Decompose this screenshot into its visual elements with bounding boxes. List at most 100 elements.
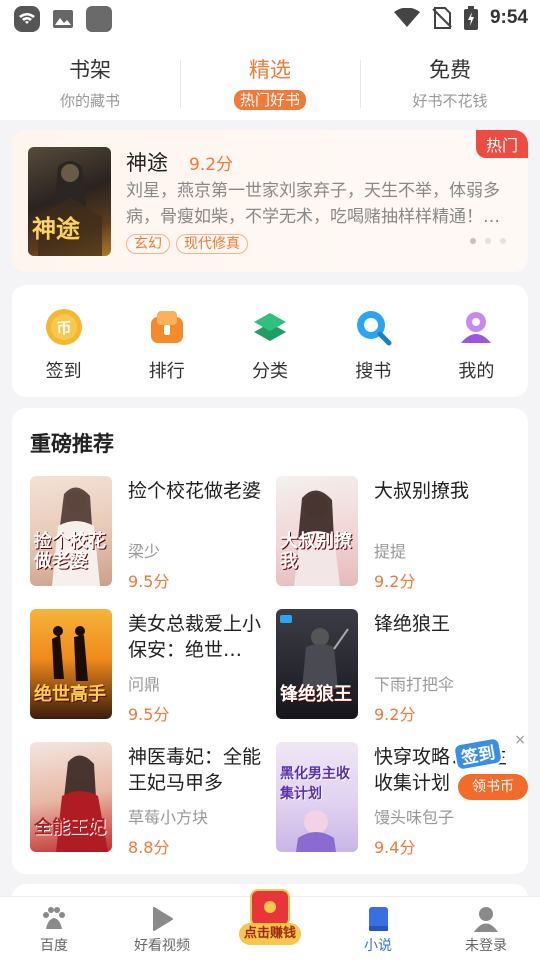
tab-featured[interactable]: 精选 热门好书: [180, 36, 360, 120]
book-author: 提提: [374, 542, 407, 561]
book-item[interactable]: 锋绝狼王 锋绝狼王 下雨打把伞 9.2分: [276, 609, 511, 724]
nav-label: 未登录: [465, 938, 507, 954]
envelope-shape: [250, 889, 290, 927]
quick-item-checkin[interactable]: 币 签到: [12, 307, 115, 397]
image-icon: [50, 6, 76, 32]
svg-text:币: 币: [56, 319, 71, 337]
book-cover[interactable]: 黑化男主收集计划: [276, 742, 358, 852]
quick-label: 分类: [252, 361, 288, 382]
nav-label: 百度: [40, 938, 68, 954]
cover-title: 大叔别撩我: [280, 531, 352, 572]
nav-item-novel[interactable]: 小说: [324, 897, 432, 960]
quick-item-search[interactable]: 搜书: [322, 307, 425, 397]
book-description: 刘星，燕京第一世家刘家弃子，天生不举，体弱多病，骨瘦如柴，不学无术，吃喝赌抽样样…: [126, 181, 500, 227]
book-cover[interactable]: 锋绝狼王: [276, 609, 358, 719]
carousel-indicator: [470, 238, 506, 244]
hot-badge: 热门: [475, 130, 528, 158]
genre-tag[interactable]: 玄幻: [126, 234, 170, 254]
tab-title: 免费: [429, 58, 471, 82]
nav-label: 好看视频: [134, 938, 190, 954]
tab-title: 精选: [249, 58, 291, 82]
baidu-paw-icon: [40, 905, 68, 933]
book-title: 锋绝狼王: [374, 613, 451, 635]
tab-subtitle: 好书不花钱: [412, 92, 488, 110]
book-title: 神医毒妃：全能王妃马甲多: [128, 746, 262, 794]
video-play-icon: [148, 905, 176, 933]
status-left-icons: [14, 6, 112, 32]
book-author: 馒头味包子: [374, 808, 455, 827]
book-cover[interactable]: 大叔别撩我: [276, 476, 358, 586]
cover-title: 全能王妃: [34, 817, 106, 838]
book-score: 9.2分: [374, 572, 416, 591]
book-author: 下雨打把伞: [374, 675, 455, 694]
nav-item-earn[interactable]: 点击赚钱: [216, 889, 324, 960]
tab-bookshelf[interactable]: 书架 你的藏书: [0, 36, 180, 120]
quick-item-rank[interactable]: 排行: [115, 307, 218, 397]
layers-icon: [250, 307, 290, 347]
wifi-app-icon: [14, 6, 40, 32]
book-title: 捡个校花做老婆: [128, 480, 262, 502]
book-title: 美女总裁爱上小保安：绝世…: [128, 613, 262, 661]
quick-label: 签到: [45, 361, 82, 382]
cover-title: 锋绝狼王: [280, 684, 352, 705]
book-item[interactable]: 捡个校花做老婆 捡个校花做老婆 梁少 9.5分: [30, 476, 265, 591]
status-right: 9:54: [393, 6, 528, 30]
clock: 9:54: [489, 7, 528, 28]
cover-title: 捡个校花做老婆: [34, 531, 106, 572]
battery-charging-icon: [463, 6, 478, 30]
quick-item-mine[interactable]: 我的: [425, 307, 528, 397]
close-icon[interactable]: ×: [514, 732, 526, 748]
quick-label: 排行: [148, 361, 185, 382]
book-score: 9.2分: [374, 705, 416, 724]
genre-tag[interactable]: 现代修真: [176, 234, 248, 254]
book-score: 9.5分: [128, 705, 170, 724]
carousel-dot: [485, 238, 491, 244]
book-title: 神途: [126, 151, 168, 175]
no-sim-icon: [432, 7, 452, 29]
cover-title: 绝世高手: [34, 684, 106, 705]
book-score: 9.2分: [189, 155, 234, 175]
user-avatar-icon: [472, 905, 500, 933]
tab-title: 书架: [69, 58, 111, 82]
quick-label: 搜书: [355, 361, 392, 382]
cover-title: 神途: [32, 215, 80, 243]
recommend-section: 重磅推荐 捡个校花做老婆 捡个校花做老婆 梁少 9.5分 大叔别撩我 大叔别撩我…: [12, 408, 528, 874]
carousel-dot: [470, 238, 476, 244]
coin-icon: 币: [44, 307, 84, 347]
top-tabs: 书架 你的藏书 精选 热门好书 免费 好书不花钱: [0, 36, 540, 120]
nav-item-baidu[interactable]: 百度: [0, 897, 108, 960]
book-item[interactable]: 绝世高手 美女总裁爱上小保安：绝世… 问鼎 9.5分: [30, 609, 265, 724]
tab-free[interactable]: 免费 好书不花钱: [360, 36, 540, 120]
carousel-dot: [500, 238, 506, 244]
book-score: 9.5分: [128, 572, 170, 591]
book-item[interactable]: 大叔别撩我 大叔别撩我 提提 9.2分: [276, 476, 511, 591]
tab-subtitle: 你的藏书: [59, 92, 120, 110]
get-coins-button[interactable]: 领书币: [458, 774, 528, 800]
cover-title: 黑化男主收集计划: [280, 766, 350, 802]
bottom-nav: 百度 好看视频 点击赚钱 小说 未登录: [0, 889, 540, 960]
earn-label: 点击赚钱: [239, 923, 301, 945]
tab-subtitle: 热门好书: [233, 90, 306, 110]
user-icon: [456, 307, 496, 347]
floating-checkin-badge[interactable]: × 签到 领书币: [450, 732, 534, 804]
book-cover[interactable]: 全能王妃: [30, 742, 112, 852]
book-author: 草莓小方块: [128, 808, 209, 827]
red-envelope-icon: 点击赚钱: [239, 889, 301, 945]
book-cover[interactable]: 捡个校花做老婆: [30, 476, 112, 586]
nav-item-account[interactable]: 未登录: [432, 897, 540, 960]
book-author: 梁少: [128, 542, 161, 561]
quick-item-category[interactable]: 分类: [218, 307, 321, 397]
nav-label: 小说: [364, 938, 392, 954]
book-icon: [364, 905, 392, 933]
book-cover[interactable]: 绝世高手: [30, 609, 112, 719]
book-cover[interactable]: 神途: [28, 147, 111, 256]
book-score: 8.8分: [128, 838, 170, 857]
book-author: 问鼎: [128, 675, 161, 694]
book-item[interactable]: 全能王妃 神医毒妃：全能王妃马甲多 草莓小方块 8.8分: [30, 742, 265, 857]
hot-book-banner[interactable]: 热门 神途 神途 9.2分 刘星，燕京第一世家刘家弃子，天生不举，体弱多病，骨瘦…: [12, 130, 528, 272]
wifi-icon: [393, 8, 420, 27]
search-icon: [353, 307, 393, 347]
nav-item-video[interactable]: 好看视频: [108, 897, 216, 960]
book-score: 9.4分: [374, 838, 416, 857]
quick-menu: 币 签到 排行 分类 搜书 我的: [12, 285, 528, 397]
